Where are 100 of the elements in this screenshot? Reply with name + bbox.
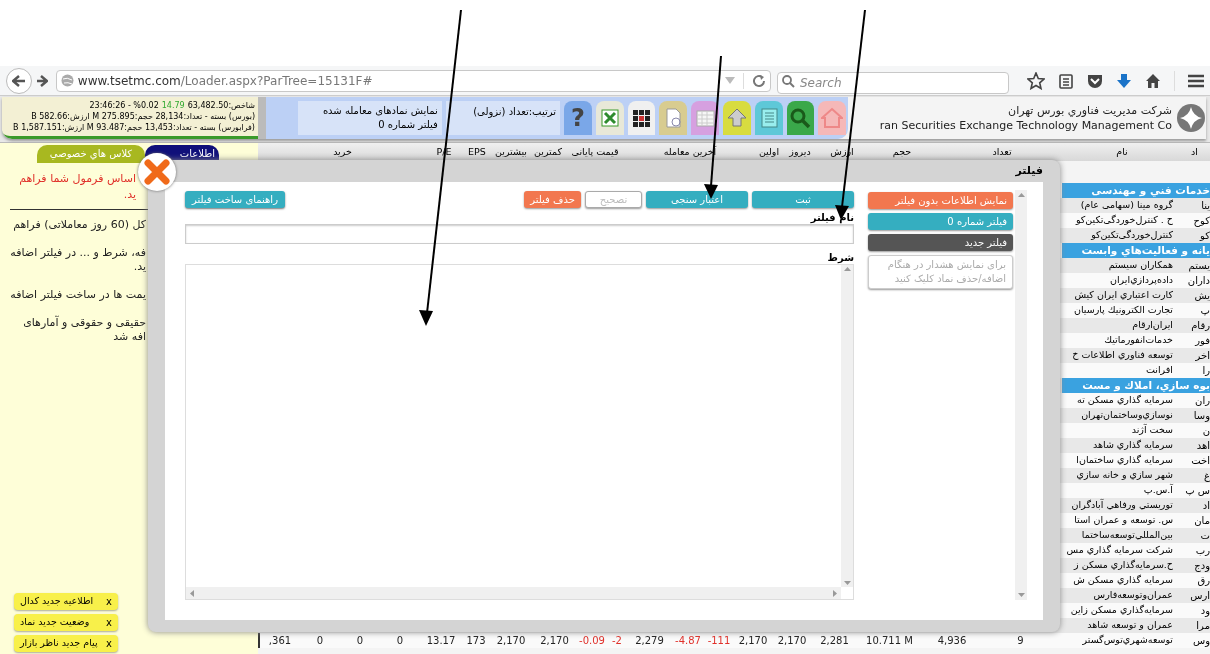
table-cell[interactable]: ینا [1177,198,1210,213]
table-cell[interactable]: یش [1177,288,1210,303]
table-cell[interactable]: را [1177,363,1210,378]
table-cell-text: 4,936 [936,634,968,648]
excel-icon [598,107,621,129]
table-cell[interactable]: ن [1177,423,1210,438]
table-cell[interactable]: غ [1177,468,1210,483]
column-header[interactable]: دیروز [783,144,817,160]
column-header[interactable]: قیمت پایانی [565,144,625,160]
table-cell[interactable]: داران [1177,273,1210,288]
close-button[interactable]: x [106,636,112,651]
table-cell-text: 2,170 [495,634,527,648]
table-cell-text: 2,170 [737,634,769,648]
table-cell[interactable]: اهد [1177,438,1210,453]
search-icon [789,107,812,129]
table-cell[interactable]: س پ [1177,483,1210,498]
table-cell-text: عمران‌وتوسعه‌فارس [1092,588,1174,603]
notification-label[interactable]: اطلاعیه جدید کدال [20,594,94,609]
table-cell[interactable]: رقام [1177,318,1210,333]
table-cell[interactable]: مرا [1177,618,1210,633]
section-header: بوه سازي، املاك و مست [1062,378,1210,393]
scroll-down-icon[interactable] [1017,593,1025,597]
field-label: شرط [827,252,854,264]
back-button[interactable] [6,67,32,94]
table-cell-text: -0.09 [578,634,606,648]
condition-field[interactable] [185,264,854,600]
table-cell[interactable]: وس [1177,633,1210,648]
back-arrow-icon [11,74,26,87]
menu-icon[interactable] [1188,73,1204,88]
table-cell[interactable]: اخت [1177,453,1210,468]
feature-note: حقیقی و حقوقی و آمارهای افه شد [23,316,147,344]
table-cell[interactable]: ت [1177,528,1210,543]
home-icon[interactable] [1145,72,1161,89]
grid-icon [630,107,653,129]
table-cell-text: ,361 [267,634,293,648]
download-icon[interactable] [1116,72,1132,89]
grid-button[interactable] [627,101,656,135]
table-cell[interactable]: کوح [1177,213,1210,228]
table-cell[interactable]: فور [1177,333,1210,348]
shield-icon[interactable] [1087,72,1103,89]
table-cell-text: عمران و توسعه شاهد [1086,618,1174,633]
close-button[interactable]: x [106,615,112,630]
table-cell-text: ایران‌ارقام [1131,318,1174,333]
scroll-left-icon[interactable] [190,589,194,597]
reader-icon[interactable] [1058,72,1074,89]
table-cell[interactable]: اخر [1177,348,1210,363]
table-cell-text: نوسازي‌وساختمان‌تهران [1080,408,1174,423]
close-button[interactable]: x [106,594,112,609]
table-cell[interactable]: ود [1177,603,1210,618]
search-field[interactable]: Search [777,71,1009,94]
filter-name-field[interactable] [185,224,854,244]
table-cell-text: 0 [315,634,325,648]
calendar-button[interactable] [691,101,719,135]
column-header[interactable]: اولین [755,144,783,160]
table-cell[interactable]: ودج [1177,558,1210,573]
star-icon[interactable] [1027,71,1045,90]
notification-label[interactable]: پیام جدید ناظر بازار [20,636,98,651]
table-cell-text: سرمایه گذاري ساختمان‌ا [1075,453,1174,468]
column-header[interactable]: حجم [867,144,937,160]
column-header[interactable]: بیشترین [491,144,531,160]
table-cell[interactable]: مان [1177,513,1210,528]
address-bar[interactable]: www.tsetmc.com/Loader.aspx?ParTree=15131F# [55,69,771,92]
company-name: ran Securities Exchange Technology Management Co [879,118,1172,133]
column-header[interactable]: کمترین [531,144,565,160]
close-icon [144,159,170,185]
table-cell[interactable]: رق [1177,573,1210,588]
help-button[interactable]: ? [564,101,592,135]
scroll-up-icon[interactable] [843,267,851,271]
notification-label[interactable]: وضعیت جدید نماد [20,615,90,630]
scroll-right-icon[interactable] [833,589,837,597]
table-cell-text: ح . کنترل‌خوردگی‌تکین‌کو [1074,213,1174,228]
table-cell[interactable]: ارس [1177,588,1210,603]
table-cell-text: سرمایه گذاري شاهد [1092,438,1174,453]
search-button[interactable] [786,101,815,135]
table-cell[interactable]: اد [1177,498,1210,513]
market-summary: (بورس) بسته - تعداد:28,134 حجم:275.895 M ارزش:582.66 B [31,111,255,122]
field-label: نام فیلتر [810,212,854,224]
table-cell[interactable]: پ [1177,303,1210,318]
column-header[interactable]: EPS [463,144,491,160]
table-cell[interactable]: رب [1177,543,1210,558]
table-cell[interactable]: کو [1177,228,1210,243]
excel-button[interactable] [595,101,624,135]
index-value: 63,482.50:شاخص [187,100,255,111]
table-cell-text: ح.سرمایه‌گذاري مسکن ز [1072,558,1174,573]
column-header[interactable]: اد [1177,144,1210,160]
reload-icon[interactable] [752,73,766,88]
column-header[interactable]: تعداد [937,144,1067,160]
table-cell[interactable]: یستم [1177,258,1210,273]
table-cell-text: شهر سازي و خانه سازي [1075,468,1174,483]
table-cell[interactable]: ران [1177,393,1210,408]
column-header[interactable]: نام [1067,144,1177,160]
table-cell-text: همکاران سیستم [1107,258,1174,273]
forward-arrow-icon[interactable] [35,74,48,87]
feature-note: فه، شرط و ... در فیلتر اضافه ید. [10,246,147,274]
filter-button[interactable]: فیلتر جدید [868,234,1013,251]
table-cell-text: آ.س.پ [1142,483,1174,498]
scroll-down-icon[interactable] [843,581,851,585]
table-cell[interactable]: وسا [1177,408,1210,423]
market-summary: (فرابورس) بسته - تعداد:13,453 حجم:93.487 M ارزش:1,587.151 B [13,122,255,133]
column-header[interactable]: خرید [260,144,425,160]
